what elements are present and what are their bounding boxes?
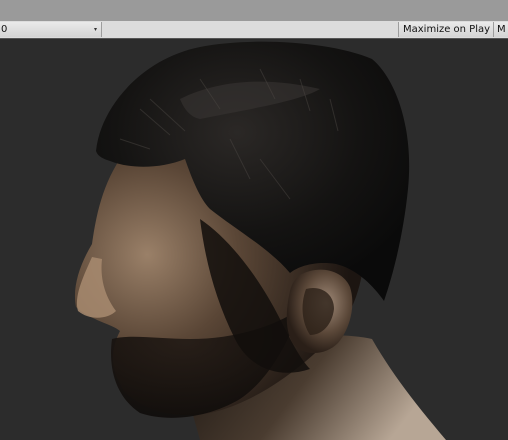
aspect-ratio-value: 0 [1, 24, 8, 35]
game-view-window: 0 ▾ Maximize on Play M [0, 0, 508, 440]
mute-toggle-truncated[interactable]: M [493, 22, 508, 37]
head-render [74, 41, 446, 440]
tab-strip [0, 0, 508, 22]
aspect-ratio-dropdown[interactable]: 0 ▾ [0, 22, 102, 37]
game-viewport[interactable] [0, 39, 508, 440]
maximize-on-play-toggle[interactable]: Maximize on Play [398, 22, 493, 37]
chevron-down-icon: ▾ [93, 26, 97, 33]
game-view-toolbar: 0 ▾ Maximize on Play M [0, 21, 508, 39]
